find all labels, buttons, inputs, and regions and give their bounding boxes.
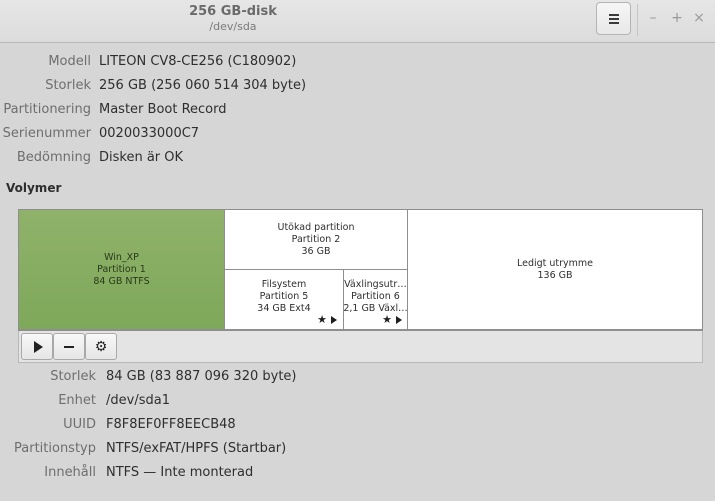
window-title: 256 GB-disk: [189, 4, 277, 19]
drive-label: Bedömning: [16, 150, 91, 165]
minimize-button[interactable]: –: [644, 9, 662, 27]
volume-partition-6[interactable]: Växlingsutr… Partition 6 2,1 GB Växl… ★: [344, 270, 408, 330]
header-bar: 256 GB-disk /dev/sda – + ×: [0, 0, 715, 43]
detail-row-size: Storlek 84 GB (83 887 096 320 byte): [0, 367, 715, 387]
volume-partition: Partition 5: [259, 290, 309, 302]
more-actions-button[interactable]: ⚙: [85, 333, 117, 360]
menu-button[interactable]: [596, 2, 631, 35]
volume-icons: ★: [317, 314, 337, 326]
drive-value: 256 GB (256 060 514 304 byte): [99, 78, 307, 93]
drive-label: Storlek: [45, 78, 91, 93]
volume-partition-5[interactable]: Filsystem Partition 5 34 GB Ext4 ★: [225, 270, 344, 330]
drive-value: LITEON CV8-CE256 (C180902): [99, 54, 297, 69]
detail-label: UUID: [63, 417, 96, 432]
window-subtitle: /dev/sda: [209, 20, 257, 33]
detail-value: 84 GB (83 887 096 320 byte): [106, 369, 297, 384]
volume-size: 36 GB: [301, 245, 331, 257]
volume-label: Utökad partition: [277, 221, 355, 233]
close-button[interactable]: ×: [690, 9, 708, 27]
drive-row-partitioning: Partitionering Master Boot Record: [0, 100, 715, 120]
drive-value: Master Boot Record: [99, 102, 227, 117]
drive-value: Disken är OK: [99, 150, 184, 165]
detail-value: NTFS/exFAT/HPFS (Startbar): [106, 441, 287, 456]
detail-row-partition-type: Partitionstyp NTFS/exFAT/HPFS (Startbar): [0, 439, 715, 459]
detail-label: Innehåll: [44, 465, 96, 480]
detail-row-uuid: UUID F8F8EF0FF8EECB48: [0, 415, 715, 435]
volume-size: 34 GB Ext4: [257, 302, 311, 314]
volume-label: Filsystem: [261, 278, 307, 290]
detail-value: /dev/sda1: [106, 393, 170, 408]
drive-label: Modell: [48, 54, 91, 69]
detail-label: Partitionstyp: [14, 441, 96, 456]
header-separator: [637, 4, 638, 36]
volume-icons: ★: [382, 314, 402, 326]
delete-partition-button[interactable]: [53, 333, 85, 360]
detail-value: NTFS — Inte monterad: [106, 465, 254, 480]
volume-label: Win_XP: [104, 251, 139, 263]
detail-row-device: Enhet /dev/sda1: [0, 391, 715, 411]
drive-row-assessment: Bedömning Disken är OK: [0, 148, 715, 168]
volume-toolbar: ⚙: [18, 331, 703, 363]
volume-partition-1[interactable]: Win_XP Partition 1 84 GB NTFS: [19, 210, 225, 330]
mount-button[interactable]: [21, 333, 53, 360]
hamburger-icon: [608, 14, 619, 24]
play-icon: [396, 316, 402, 324]
volume-label: Ledigt utrymme: [516, 257, 594, 269]
volume-size: 136 GB: [537, 269, 573, 281]
gear-icon: ⚙: [94, 338, 108, 355]
maximize-button[interactable]: +: [668, 9, 686, 27]
title-block: 256 GB-disk /dev/sda: [0, 4, 466, 34]
volume-label: Växlingsutr…: [344, 278, 407, 290]
detail-label: Storlek: [50, 369, 96, 384]
volume-size: 2,1 GB Växl…: [344, 302, 408, 314]
volume-size: 84 GB NTFS: [93, 275, 150, 287]
star-icon: ★: [382, 313, 392, 326]
drive-row-size: Storlek 256 GB (256 060 514 304 byte): [0, 76, 715, 96]
volume-partition: Partition 6: [351, 290, 400, 302]
star-icon: ★: [317, 313, 327, 326]
volume-partition: Partition 2: [291, 233, 341, 245]
volumes-title: Volymer: [6, 181, 62, 195]
minus-icon: [64, 345, 74, 348]
drive-row-model: Modell LITEON CV8-CE256 (C180902): [0, 52, 715, 72]
drive-label: Serienummer: [2, 126, 91, 141]
volume-free-space[interactable]: Ledigt utrymme 136 GB: [408, 210, 702, 330]
drive-value: 0020033000C7: [99, 126, 200, 141]
volume-partition: Partition 1: [97, 263, 146, 275]
drive-row-serial: Serienummer 0020033000C7: [0, 124, 715, 144]
volume-partition-2[interactable]: Utökad partition Partition 2 36 GB: [225, 210, 408, 270]
drive-label: Partitionering: [3, 102, 91, 117]
play-icon: [331, 316, 337, 324]
detail-label: Enhet: [58, 393, 96, 408]
volume-map: Win_XP Partition 1 84 GB NTFS Utökad par…: [18, 209, 703, 331]
play-icon: [33, 340, 43, 353]
detail-row-contents: Innehåll NTFS — Inte monterad: [0, 463, 715, 483]
detail-value: F8F8EF0FF8EECB48: [106, 417, 236, 432]
